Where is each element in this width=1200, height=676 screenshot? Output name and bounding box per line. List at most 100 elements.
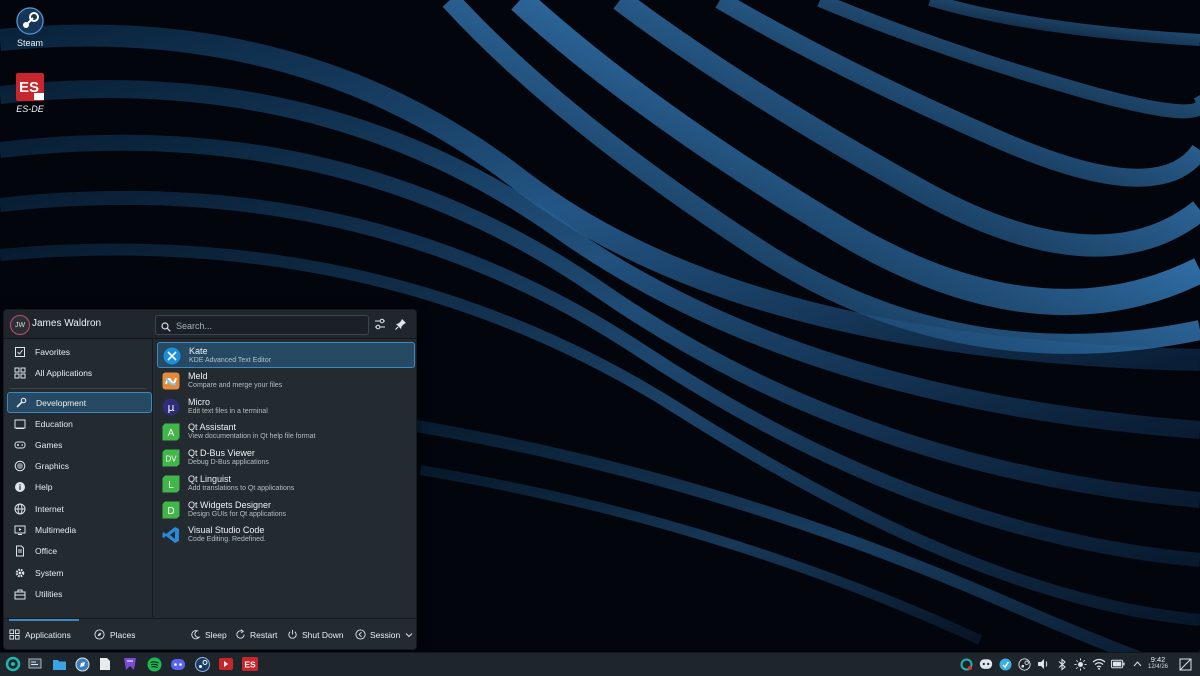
steam-icon [15,6,45,36]
qt-dbus-viewer-icon: DV [162,449,180,467]
sidebar-item-graphics[interactable]: Graphics [7,456,150,475]
sidebar-item-games[interactable]: Games [7,435,150,454]
sidebar-item-internet[interactable]: Internet [7,499,150,518]
app-description: Code Editing. Redefined. [188,536,266,543]
sidebar-item-office[interactable]: Office [7,541,150,560]
wifi-icon [1092,658,1106,670]
tab-places[interactable]: Places [94,619,154,649]
tray-steam-status[interactable] [959,657,973,671]
tray-discord[interactable] [979,657,993,671]
desktop-icon-es-de[interactable]: ES ES-DE [0,72,60,114]
sidebar-item-system[interactable]: System [7,563,150,582]
discover-button[interactable] [73,655,91,673]
steam-button[interactable] [193,655,211,673]
category-sidebar: Favorites All Applications Development E… [4,339,153,617]
sleep-icon [190,629,201,640]
show-desktop-button[interactable] [1178,657,1192,671]
app-item-meld[interactable]: Meld Compare and merge your files [157,368,413,392]
discord-button[interactable] [169,655,187,673]
qt-assistant-icon: A [162,423,180,441]
sidebar-item-multimedia[interactable]: Multimedia [7,520,150,539]
app-description: Design GUIs for Qt applications [188,511,287,518]
sidebar-item-label: Graphics [35,460,70,471]
restart-button[interactable]: Restart [235,619,277,649]
tray-network[interactable] [1092,657,1106,671]
session-button[interactable]: Session [355,619,416,649]
return-to-gaming-mode-icon [219,658,233,670]
app-item-qt-widgets-designer[interactable]: D Qt Widgets Designer Design GUIs for Qt… [157,497,413,521]
app-item-visual-studio-code[interactable]: Visual Studio Code Code Editing. Redefin… [157,522,413,546]
taskbar: ES 9:42 12/4/26 [0,652,1200,676]
desktop-icon-steam[interactable]: Steam [0,6,60,48]
meld-icon [162,372,180,390]
app-description: View documentation in Qt help file forma… [188,433,316,440]
button-label: Shut Down [302,629,344,640]
sidebar-item-education[interactable]: Education [7,414,150,433]
sidebar-item-development[interactable]: Development [7,392,152,413]
tray-battery[interactable] [1111,657,1125,671]
app-item-kate[interactable]: Kate KDE Advanced Text Editor [157,342,415,368]
sidebar-item-label: Help [35,481,53,492]
sidebar-item-label: System [35,567,64,578]
battery-icon [1111,659,1125,669]
tray-bluetooth[interactable] [1055,657,1069,671]
file-manager-button[interactable] [50,655,68,673]
tray-expand[interactable] [1130,657,1144,671]
chevron-down-icon [405,631,413,639]
svg-text:D: D [167,506,174,517]
discord-icon [979,659,993,669]
sidebar-item-label: Favorites [35,346,70,357]
brightness-icon [1074,658,1086,670]
tray-discover[interactable] [998,657,1012,671]
task-manager-button[interactable] [26,655,44,673]
tray-volume[interactable] [1036,657,1050,671]
proton-button[interactable] [121,655,139,673]
pin-button[interactable] [394,317,408,331]
sidebar-item-utilities[interactable]: Utilities [7,584,150,603]
power-icon [287,629,298,640]
search-input[interactable] [174,317,366,334]
restart-icon [235,629,246,640]
gaming-mode-button[interactable] [217,655,235,673]
application-list: Kate KDE Advanced Text Editor Meld Compa… [155,339,415,617]
session-icon [355,629,366,640]
tray-steam[interactable] [1017,657,1031,671]
sidebar-item-all-applications[interactable]: All Applications [7,363,150,382]
kde-connect-icon [960,658,972,670]
sidebar-item-help[interactable]: i Help [7,477,150,496]
spotify-button[interactable] [145,655,163,673]
update-icon [999,658,1011,670]
show-desktop-icon [1179,658,1191,670]
configure-button[interactable] [373,317,387,331]
es-de-icon: ES [242,657,258,671]
launcher-icon [5,656,21,672]
sidebar-item-label: Utilities [35,588,63,599]
tray-brightness[interactable] [1073,657,1087,671]
tab-applications[interactable]: Applications [9,619,79,649]
sidebar-item-label: Internet [35,503,64,514]
app-item-qt-linguist[interactable]: L Qt Linguist Add translations to Qt app… [157,471,413,495]
button-label: Session [370,629,401,640]
app-name: Qt Widgets Designer [188,500,272,510]
application-launcher-button[interactable] [4,655,22,673]
search-box[interactable] [155,315,369,335]
app-item-qt-assistant[interactable]: A Qt Assistant View documentation in Qt … [157,419,413,443]
user-name: James Waldron [32,318,102,329]
es-de-button[interactable]: ES [241,655,259,673]
compass-icon [94,629,105,640]
sleep-button[interactable]: Sleep [190,619,227,649]
svg-text:μ: μ [168,401,175,414]
sidebar-item-label: Multimedia [35,524,77,535]
app-item-micro[interactable]: μ Micro Edit text files in a terminal [157,394,413,418]
folder-icon [52,659,66,670]
avatar[interactable]: JW [10,315,30,335]
desktop-icon-label: ES-DE [16,104,44,114]
app-description: Edit text files in a terminal [188,408,268,415]
app-item-qt-dbus-viewer[interactable]: DV Qt D-Bus Viewer Debug D-Bus applicati… [157,445,413,469]
es-de-icon: ES [15,72,45,102]
text-editor-button[interactable] [96,655,114,673]
app-description: KDE Advanced Text Editor [189,357,271,364]
sidebar-item-favorites[interactable]: Favorites [7,342,150,361]
gear-icon [14,567,26,579]
shut-down-button[interactable]: Shut Down [287,619,344,649]
